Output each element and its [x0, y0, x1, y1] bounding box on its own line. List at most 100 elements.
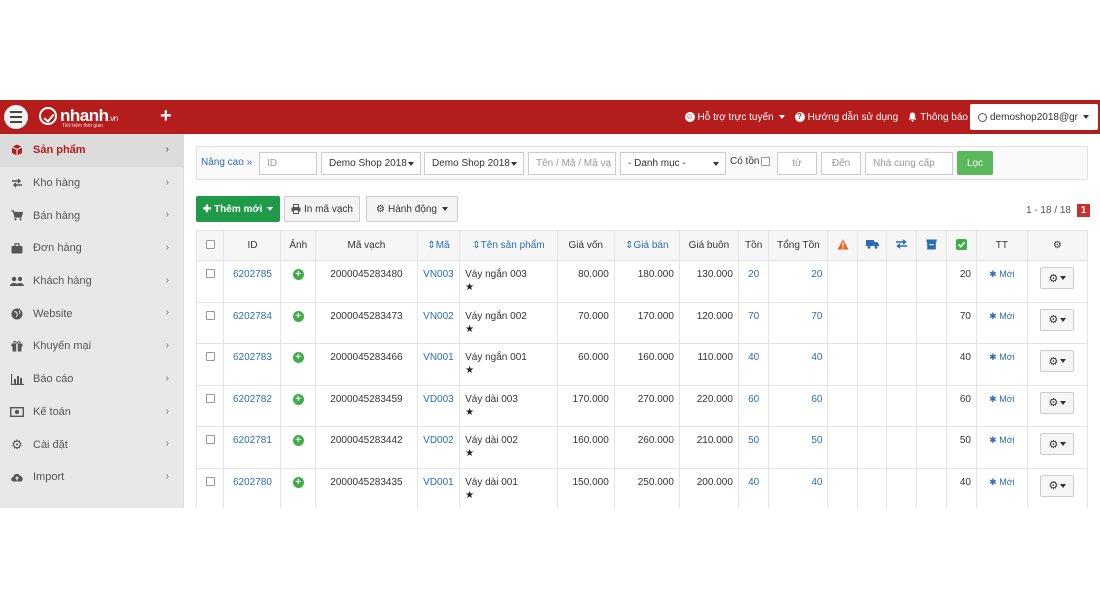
in-stock-checkbox[interactable] [761, 157, 771, 166]
add-image-icon[interactable]: + [292, 352, 304, 364]
sidebar-item-warehouse[interactable]: Kho hàng › [0, 167, 183, 200]
total-stock-link[interactable]: 60 [811, 394, 822, 405]
product-code-link[interactable]: VD002 [423, 435, 454, 446]
in-stock-filter[interactable]: Có tồn [730, 156, 771, 167]
stock-link[interactable]: 50 [748, 435, 759, 446]
chevron-down-icon [1060, 400, 1067, 405]
row-settings-button[interactable]: ⚙ [1040, 267, 1075, 289]
quick-add-icon[interactable]: + [160, 105, 172, 127]
total-stock-link[interactable]: 40 [811, 352, 822, 363]
product-code-link[interactable]: VN002 [423, 311, 454, 322]
product-code-link[interactable]: VD003 [423, 394, 454, 405]
sidebar-item-orders[interactable]: Đơn hàng › [0, 232, 183, 265]
product-id-link[interactable]: 6202781 [233, 435, 272, 446]
chevron-down-icon [408, 162, 414, 166]
status-badge[interactable]: ✱ Mới [989, 352, 1014, 362]
advanced-filter-toggle[interactable]: Nâng cao » [201, 157, 252, 168]
star-icon[interactable]: ★ [465, 490, 552, 501]
sidebar-item-customers[interactable]: Khách hàng › [0, 265, 183, 298]
add-image-icon[interactable]: + [292, 476, 304, 488]
add-image-icon[interactable]: + [292, 310, 304, 322]
user-menu[interactable]: demoshop2018@gr [970, 104, 1098, 130]
shop-select-2[interactable]: Demo Shop 2018 [424, 152, 524, 175]
sidebar-item-reports[interactable]: Báo cáo › [0, 363, 183, 396]
name-code-input[interactable]: Tên / Mã / Mã vạ [528, 152, 616, 175]
sidebar-item-products[interactable]: Sản phẩm › [0, 134, 183, 167]
status-badge[interactable]: ✱ Mới [989, 477, 1014, 487]
total-stock-link[interactable]: 70 [811, 311, 822, 322]
product-code-link[interactable]: VD001 [423, 477, 454, 488]
logo[interactable]: nhanh.vn Tiết kiệm thời gian [35, 104, 155, 130]
row-select-cell [195, 467, 225, 508]
add-new-button[interactable]: ✚ Thêm mới [196, 196, 280, 222]
star-icon[interactable]: ★ [465, 407, 552, 418]
product-id-link[interactable]: 6202783 [233, 352, 272, 363]
stock-from-input[interactable]: từ [777, 152, 817, 175]
row-checkbox[interactable] [205, 476, 215, 486]
select-all-checkbox[interactable] [205, 239, 215, 249]
add-image-icon[interactable]: + [292, 393, 304, 405]
star-icon[interactable]: ★ [465, 324, 552, 335]
total-stock-link[interactable]: 40 [811, 477, 822, 488]
actions-button[interactable]: ⚙ Hành động [366, 196, 458, 222]
supplier-input[interactable]: Nhà cung cấp [865, 152, 953, 175]
add-image-icon[interactable]: + [292, 269, 304, 280]
product-id-link[interactable]: 6202782 [233, 394, 272, 405]
row-settings-button[interactable]: ⚙ [1040, 308, 1075, 331]
sidebar-item-accounting[interactable]: Kế toán › [0, 396, 183, 429]
stock-to-input[interactable]: Đến [821, 152, 861, 175]
product-code-link[interactable]: VN001 [423, 352, 454, 363]
print-barcode-button[interactable]: In mã vạch [284, 196, 360, 222]
row-checkbox[interactable] [205, 310, 215, 320]
sidebar-item-promotions[interactable]: Khuyến mại › [0, 330, 183, 363]
sidebar-item-settings[interactable]: ⚙ Cài đặt › [0, 428, 183, 461]
total-stock-link[interactable]: 20 [811, 269, 822, 280]
row-settings-button[interactable]: ⚙ [1040, 474, 1075, 497]
product-code-link[interactable]: VN003 [423, 269, 454, 280]
stock-link[interactable]: 70 [748, 311, 759, 322]
stock-link[interactable]: 60 [748, 394, 759, 405]
sidebar-item-import[interactable]: Import › [0, 461, 183, 494]
stock-link[interactable]: 40 [748, 477, 759, 488]
col-name[interactable]: ⇕Tên sản phẩm [459, 230, 558, 261]
category-select[interactable]: - Danh mục - [620, 152, 726, 175]
status-badge[interactable]: ✱ Mới [989, 311, 1014, 321]
star-icon[interactable]: ★ [465, 365, 552, 376]
sidebar-item-website[interactable]: Website › [0, 297, 183, 330]
table-row: 6202780 +2000045283435 VD001 Váy dài 001 ★ 15… [195, 467, 1089, 508]
page-number-button[interactable]: 1 [1077, 204, 1090, 217]
row-checkbox[interactable] [205, 435, 215, 445]
row-checkbox[interactable] [205, 352, 215, 362]
product-id-link[interactable]: 6202784 [233, 311, 272, 322]
row-settings-button[interactable]: ⚙ [1040, 350, 1075, 373]
stock-link[interactable]: 40 [748, 352, 759, 363]
product-id-link[interactable]: 6202785 [233, 269, 272, 280]
stock-link[interactable]: 20 [748, 269, 759, 280]
total-stock-link[interactable]: 50 [811, 435, 822, 446]
cube-icon [10, 144, 24, 156]
row-checkbox[interactable] [205, 269, 215, 278]
add-image-icon[interactable]: + [292, 435, 304, 447]
guide-link[interactable]: ? Hướng dẫn sử dụng [794, 112, 898, 123]
status-badge[interactable]: ✱ Mới [989, 394, 1014, 404]
shop-select-1[interactable]: Demo Shop 2018 [321, 152, 421, 175]
row-settings-button[interactable]: ⚙ [1040, 433, 1075, 456]
notification-link[interactable]: Thông báo [908, 112, 968, 123]
row-settings-button[interactable]: ⚙ [1040, 391, 1075, 414]
star-icon[interactable]: ★ [465, 282, 552, 293]
star-icon[interactable]: ★ [465, 448, 552, 459]
status-badge[interactable]: ✱ Mới [989, 269, 1014, 279]
filter-button[interactable]: Lọc [957, 151, 993, 175]
table-row: 6202782 +2000045283459 VD003 Váy dài 003 ★ 17… [195, 384, 1089, 428]
id-input[interactable]: ID [259, 152, 317, 175]
row-checkbox[interactable] [205, 393, 215, 403]
menu-toggle-button[interactable] [4, 105, 28, 129]
row-empty-cell [827, 467, 858, 508]
sidebar-item-sales[interactable]: Bán hàng › [0, 199, 183, 232]
product-id-link[interactable]: 6202780 [233, 477, 272, 488]
status-badge[interactable]: ✱ Mới [989, 435, 1014, 445]
col-code[interactable]: ⇕Mã [416, 230, 461, 261]
col-price[interactable]: ⇕Giá bán [613, 230, 680, 261]
support-menu[interactable]: ☺ Hỗ trợ trực tuyến [684, 112, 785, 123]
chevron-right-icon: › [165, 372, 169, 384]
